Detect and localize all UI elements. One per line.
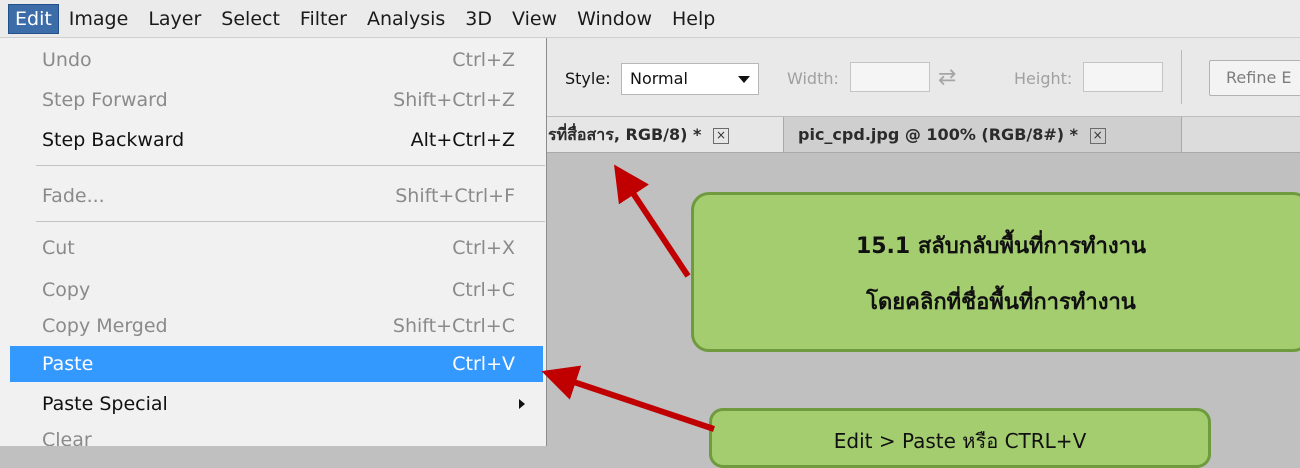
arrow-to-paste	[541, 365, 715, 432]
arrow-to-tab	[614, 164, 691, 278]
annotation-arrows	[541, 164, 715, 432]
